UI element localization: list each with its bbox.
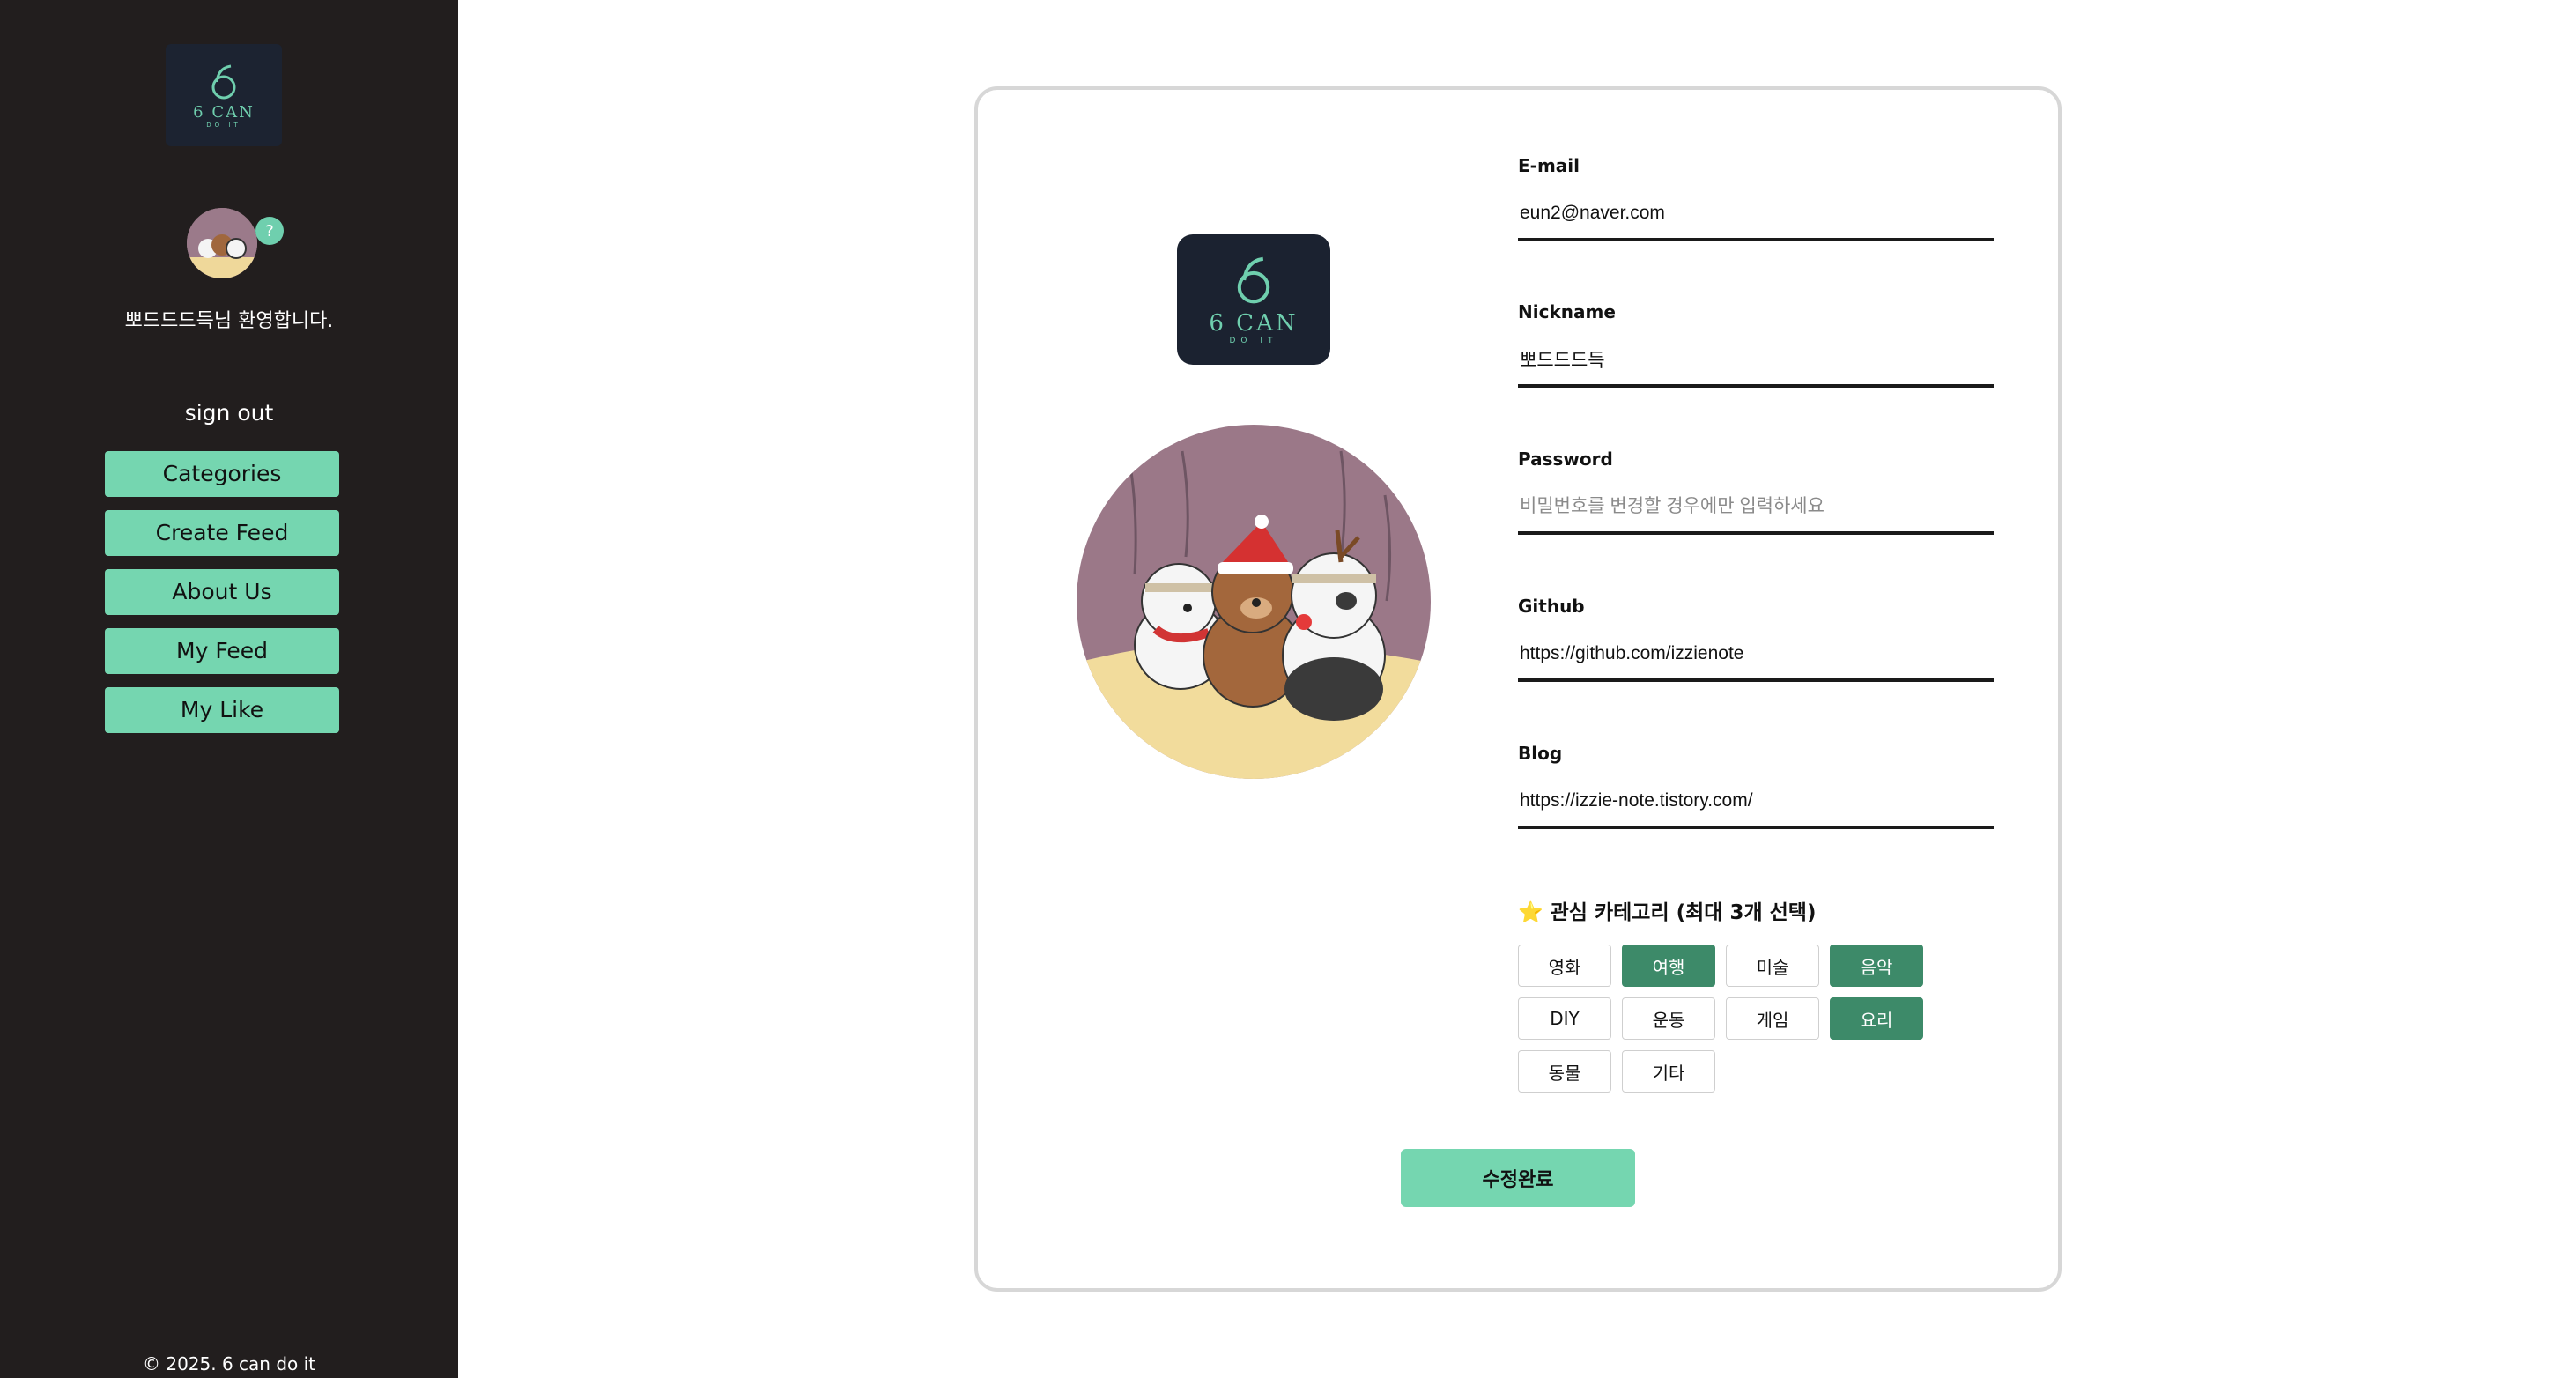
blog-field-group: Blog: [1518, 743, 1994, 829]
logo-subtext: DO IT: [1229, 337, 1278, 345]
password-input[interactable]: [1518, 482, 1994, 535]
password-label: Password: [1518, 448, 1613, 470]
category-grid: 영화 여행 미술 음악 DIY 운동 게임 요리 동물 기타: [1518, 945, 1958, 1093]
logo-text: 6 CAN: [1209, 310, 1299, 337]
profile-image[interactable]: [1077, 425, 1431, 779]
copyright: © 2025. 6 can do it: [142, 1353, 316, 1374]
password-field-group: Password: [1518, 448, 1994, 535]
sidebar-logo[interactable]: 6 CAN DO IT: [166, 44, 282, 146]
category-game-button[interactable]: 게임: [1726, 997, 1819, 1040]
bears-avatar-icon: [187, 208, 257, 278]
category-cooking-button[interactable]: 요리: [1830, 997, 1923, 1040]
github-input[interactable]: [1518, 629, 1994, 682]
category-travel-button[interactable]: 여행: [1622, 945, 1715, 987]
nav-create-feed-button[interactable]: Create Feed: [105, 510, 339, 556]
nickname-input[interactable]: [1518, 335, 1994, 388]
blog-label: Blog: [1518, 743, 1563, 764]
blog-input[interactable]: [1518, 776, 1994, 829]
category-art-button[interactable]: 미술: [1726, 945, 1819, 987]
github-label: Github: [1518, 596, 1585, 617]
sidebar: 6 CAN DO IT ? 뽀드드드득님 환영합니다. sign out Cat…: [0, 0, 458, 1378]
profile-logo: 6 CAN DO IT: [1177, 234, 1330, 365]
avatar[interactable]: [187, 208, 257, 278]
category-music-button[interactable]: 음악: [1830, 945, 1923, 987]
logo-text: 6 CAN: [193, 102, 255, 122]
email-input[interactable]: [1518, 189, 1994, 241]
nav-my-like-button[interactable]: My Like: [105, 687, 339, 733]
welcome-message: 뽀드드드득님 환영합니다.: [124, 310, 334, 332]
email-label: E-mail: [1518, 155, 1580, 176]
nickname-field-group: Nickname: [1518, 301, 1994, 388]
email-field-group: E-mail: [1518, 155, 1994, 241]
categories-title: ⭐ 관심 카테고리 (최대 3개 선택): [1518, 901, 1817, 924]
category-movie-button[interactable]: 영화: [1518, 945, 1611, 987]
logo-six-icon: [1237, 256, 1270, 304]
sidebar-nav: Categories Create Feed About Us My Feed …: [105, 451, 339, 746]
category-exercise-button[interactable]: 운동: [1622, 997, 1715, 1040]
github-field-group: Github: [1518, 596, 1994, 682]
nav-my-feed-button[interactable]: My Feed: [105, 628, 339, 674]
category-diy-button[interactable]: DIY: [1518, 997, 1611, 1040]
bears-profile-icon: [1077, 425, 1431, 779]
logo-subtext: DO IT: [206, 121, 241, 129]
category-etc-button[interactable]: 기타: [1622, 1050, 1715, 1093]
submit-button[interactable]: 수정완료: [1401, 1149, 1635, 1207]
category-animal-button[interactable]: 동물: [1518, 1050, 1611, 1093]
help-badge[interactable]: ?: [255, 217, 284, 245]
logo-six-icon: [211, 64, 236, 99]
nav-categories-button[interactable]: Categories: [105, 451, 339, 497]
sign-out-link[interactable]: sign out: [0, 400, 458, 426]
nickname-label: Nickname: [1518, 301, 1616, 322]
nav-about-us-button[interactable]: About Us: [105, 569, 339, 615]
